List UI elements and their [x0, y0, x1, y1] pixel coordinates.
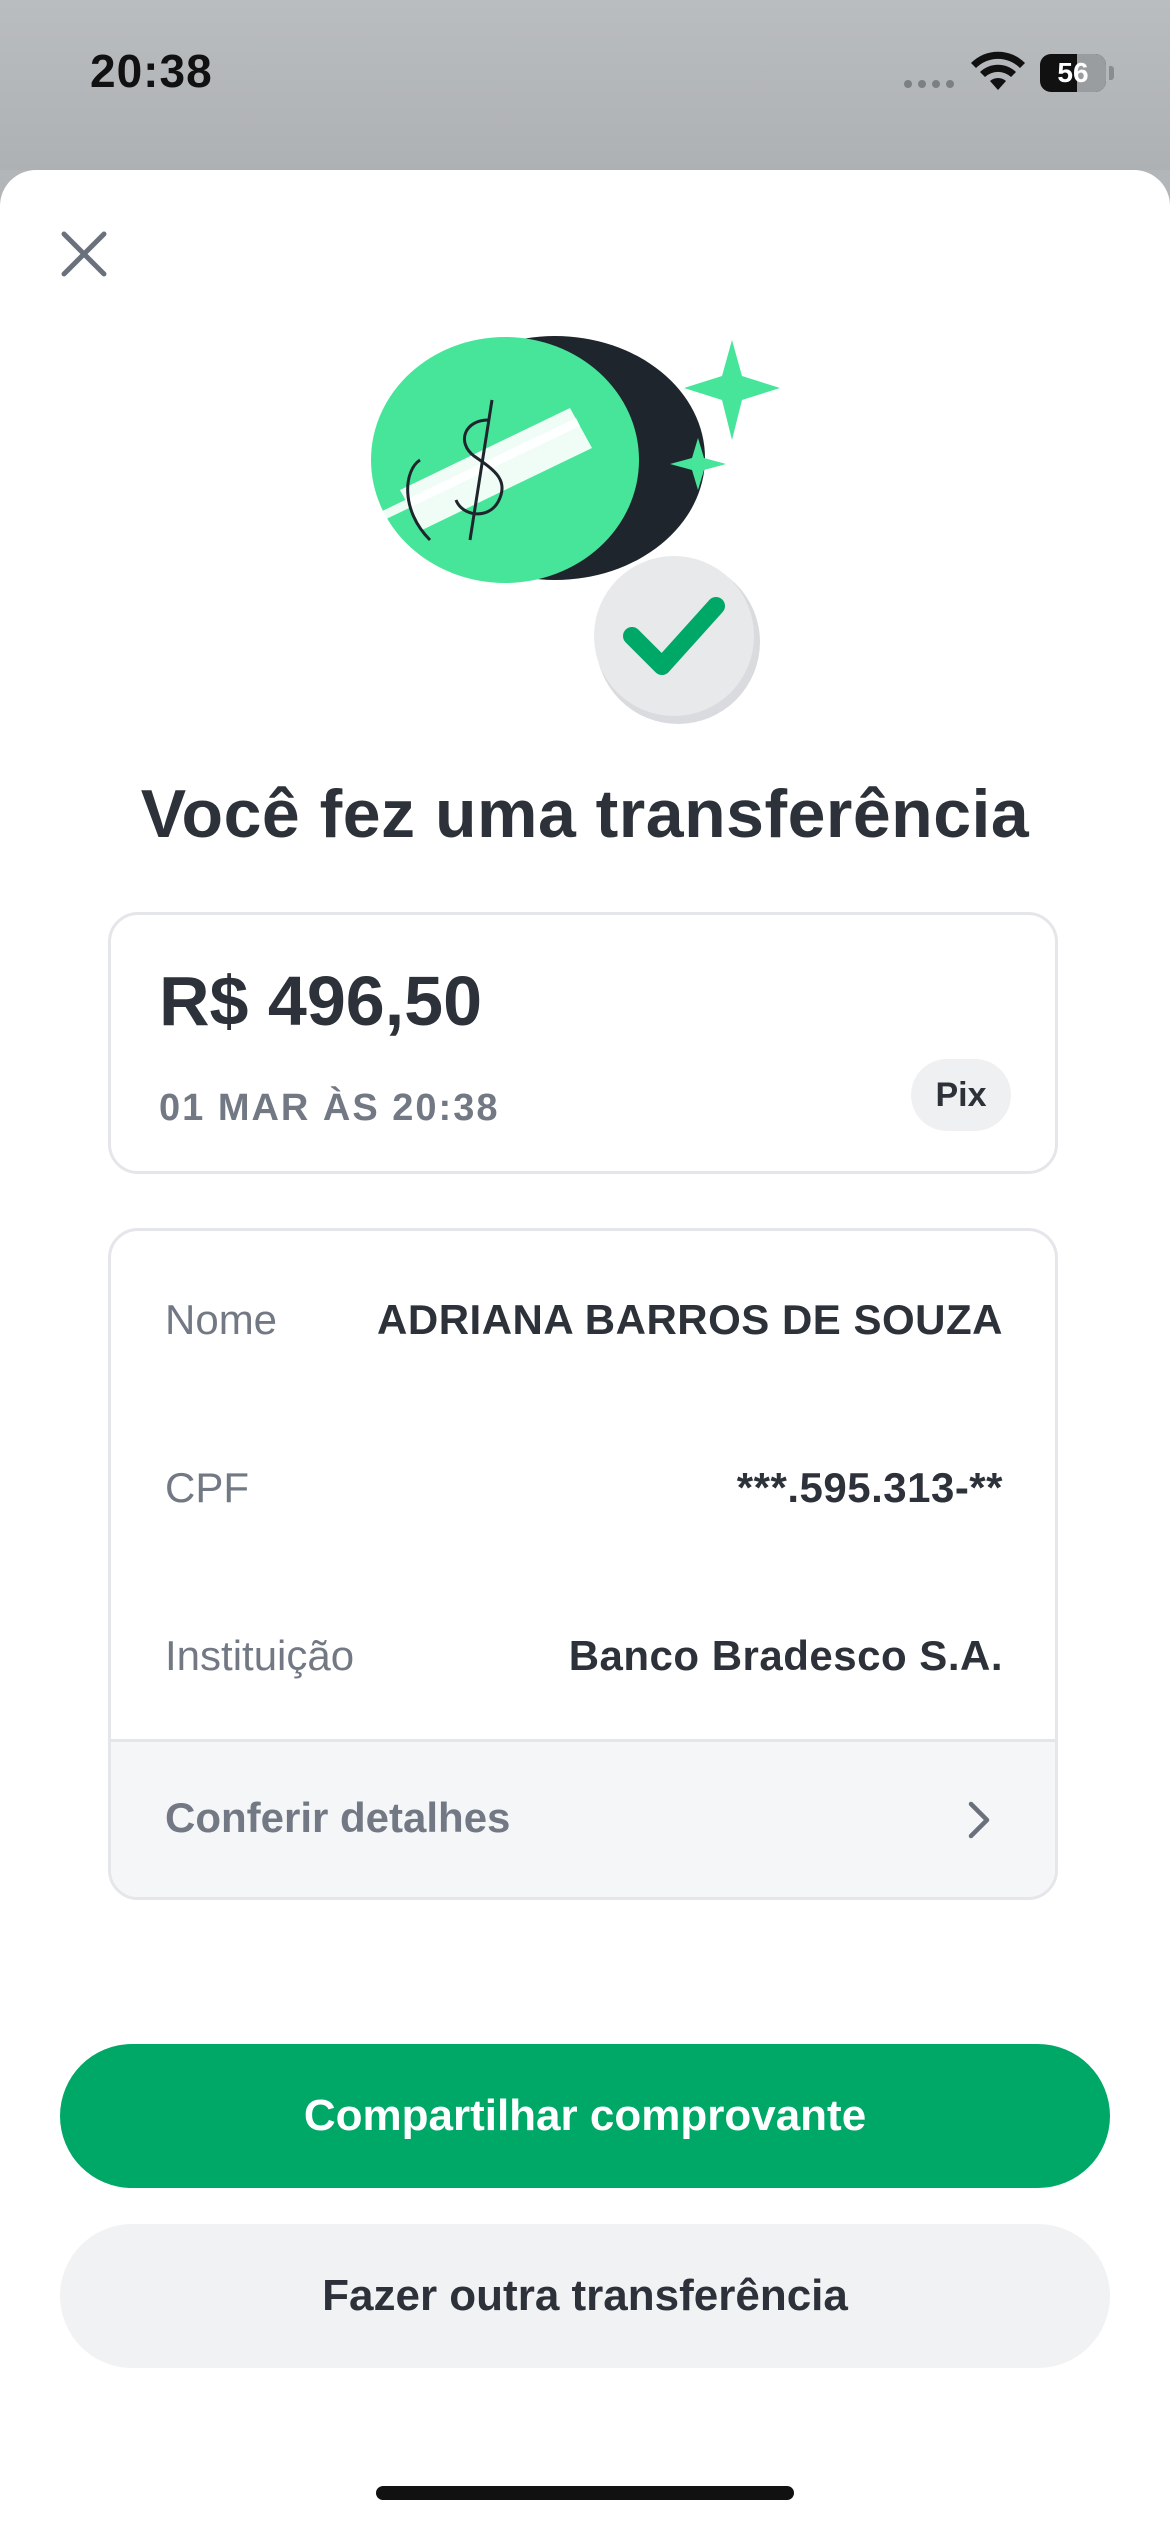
recipient-details-card: Nome ADRIANA BARROS DE SOUZA CPF ***.595…	[108, 1228, 1058, 1900]
close-button[interactable]	[50, 220, 118, 288]
wifi-icon	[971, 51, 1025, 90]
view-details-button[interactable]: Conferir detalhes	[111, 1739, 1055, 1897]
detail-row-name: Nome ADRIANA BARROS DE SOUZA	[165, 1285, 1003, 1355]
detail-row-cpf: CPF ***.595.313-**	[165, 1453, 1003, 1523]
chevron-right-icon	[968, 1801, 990, 1839]
new-transfer-button[interactable]: Fazer outra transferência	[60, 2224, 1110, 2368]
payment-method-badge: Pix	[911, 1059, 1011, 1131]
status-time: 20:38	[90, 45, 213, 97]
coin-with-checkmark-illustration	[371, 336, 780, 724]
amount-card: R$ 496,50 01 MAR ÀS 20:38 Pix	[108, 912, 1058, 1174]
signal-dots-icon	[904, 80, 954, 88]
home-indicator	[376, 2486, 794, 2500]
close-icon	[61, 231, 107, 277]
detail-label: Nome	[165, 1296, 278, 1343]
battery-icon: 56	[1040, 54, 1106, 92]
transfer-amount: R$ 496,50	[159, 962, 483, 1040]
status-bar: 20:38 56	[0, 0, 1170, 170]
transfer-date: 01 MAR ÀS 20:38	[159, 1087, 500, 1129]
battery-tip	[1109, 66, 1114, 80]
detail-row-institution: Instituição Banco Bradesco S.A.	[165, 1621, 1003, 1691]
detail-label: CPF	[165, 1464, 249, 1511]
detail-value: Banco Bradesco S.A.	[568, 1632, 1003, 1679]
battery-percentage: 56	[1057, 57, 1089, 88]
detail-label: Instituição	[165, 1632, 355, 1679]
share-receipt-button[interactable]: Compartilhar comprovante	[60, 2044, 1110, 2188]
detail-value: ADRIANA BARROS DE SOUZA	[377, 1296, 1003, 1343]
detail-value: ***.595.313-**	[736, 1464, 1003, 1511]
view-details-label: Conferir detalhes	[165, 1794, 511, 1841]
page-title: Você fez uma transferência	[140, 776, 1030, 852]
